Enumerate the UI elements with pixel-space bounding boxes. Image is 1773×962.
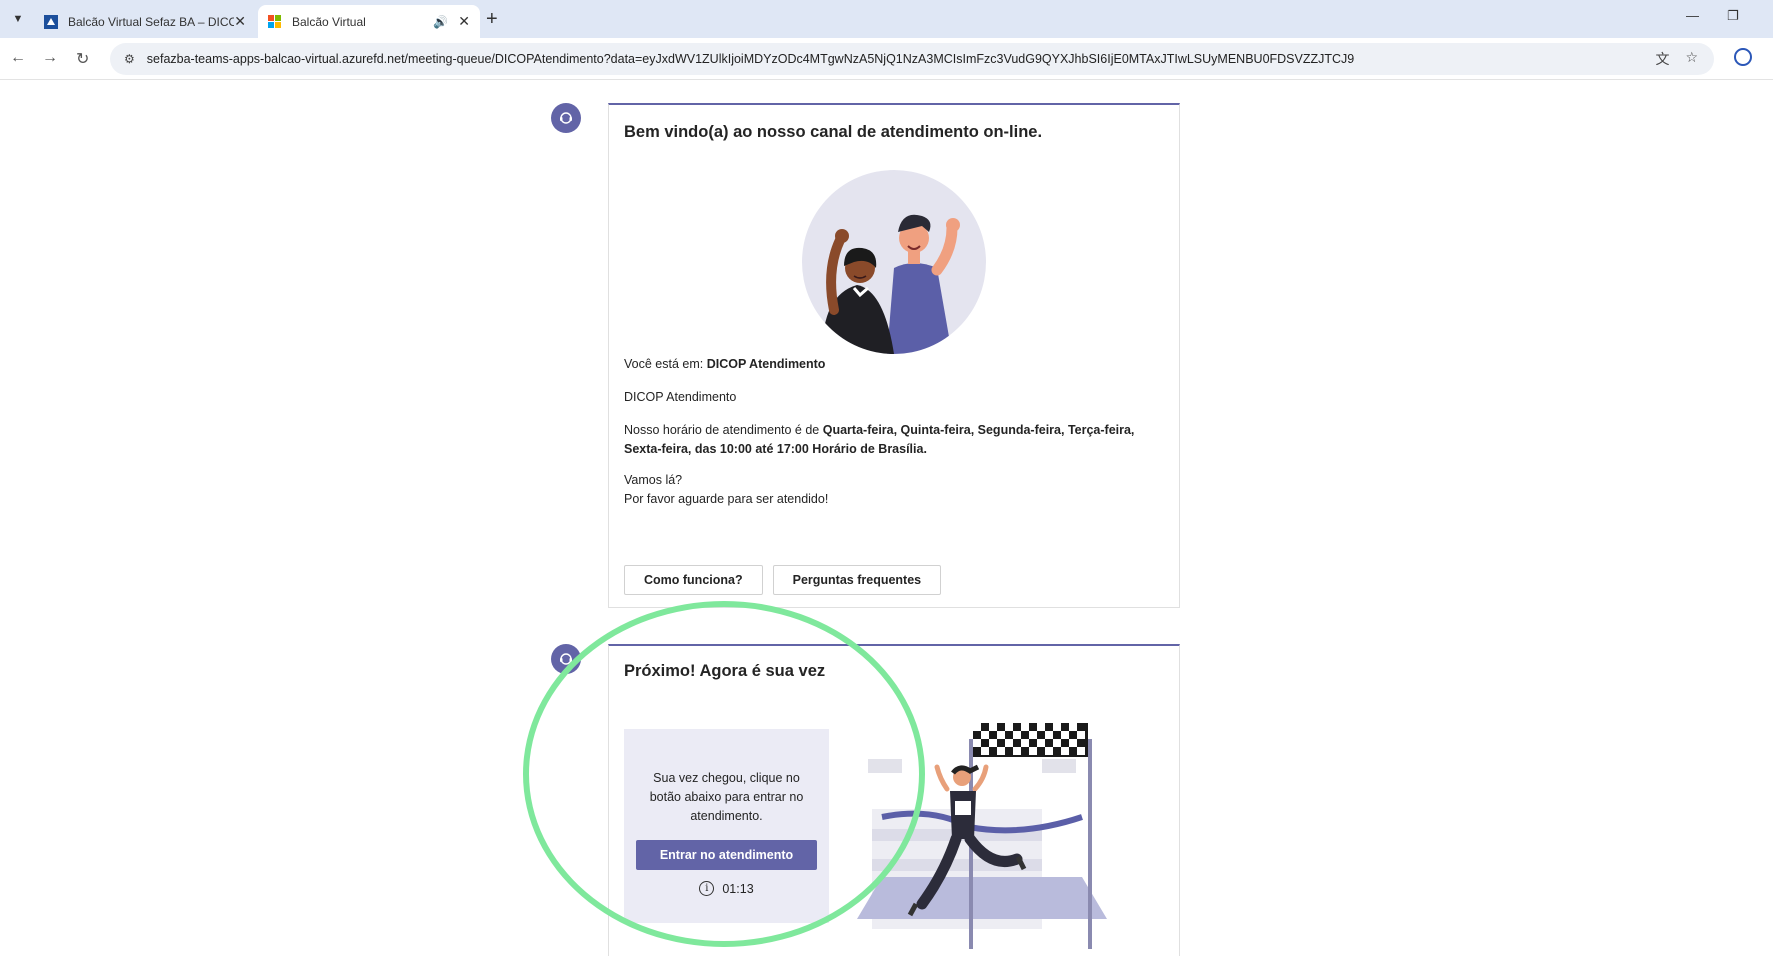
- tab-title: Balcão Virtual: [292, 14, 366, 29]
- hours-text: Nosso horário de atendimento é de Quarta…: [624, 421, 1164, 459]
- turn-message: Sua vez chegou, clique no botão abaixo p…: [649, 771, 804, 823]
- back-icon[interactable]: ←: [10, 49, 26, 67]
- hours-prefix: Nosso horário de atendimento é de: [624, 423, 823, 437]
- new-tab-button[interactable]: +: [486, 8, 498, 31]
- your-turn-card: Próximo! Agora é sua vez Sua vez chegou,…: [608, 644, 1180, 957]
- timer-value: 01:13: [722, 881, 754, 896]
- close-icon[interactable]: ✕: [234, 13, 246, 30]
- bot-avatar: [551, 103, 581, 133]
- queue-status-box: Sua vez chegou, clique no botão abaixo p…: [624, 729, 829, 923]
- tab-sefaz[interactable]: Balcão Virtual Sefaz BA – DICOP ✕: [34, 5, 256, 38]
- your-turn-title: Próximo! Agora é sua vez: [624, 662, 826, 680]
- welcome-title: Bem vindo(a) ao nosso canal de atendimen…: [624, 123, 1043, 141]
- location-line: Você está em: DICOP Atendimento: [624, 355, 1164, 374]
- location-name: DICOP Atendimento: [706, 357, 826, 371]
- tab-title: Balcão Virtual Sefaz BA – DICOP: [68, 14, 235, 29]
- headset-icon: [560, 112, 572, 124]
- browser-toolbar: ← → ↻ ⚙ sefazba-teams-apps-balcao-virtua…: [0, 38, 1773, 80]
- faq-button[interactable]: Perguntas frequentes: [772, 565, 942, 595]
- countdown-timer: i 01:13: [624, 881, 829, 896]
- address-bar[interactable]: ⚙ sefazba-teams-apps-balcao-virtual.azur…: [110, 43, 1714, 75]
- how-it-works-button[interactable]: Como funciona?: [624, 565, 763, 595]
- browser-tab-bar: ▼ Balcão Virtual Sefaz BA – DICOP ✕ Balc…: [0, 0, 1773, 38]
- minimize-icon[interactable]: —: [1686, 8, 1699, 23]
- sefaz-favicon-icon: [44, 14, 58, 29]
- help-buttons: Como funciona? Perguntas frequentes: [624, 565, 942, 595]
- profile-icon[interactable]: [1734, 48, 1752, 66]
- url-text[interactable]: sefazba-teams-apps-balcao-virtual.azuref…: [147, 52, 1656, 66]
- welcome-card: Bem vindo(a) ao nosso canal de atendimen…: [608, 103, 1180, 608]
- queue-name: DICOP Atendimento: [624, 390, 737, 404]
- enter-meeting-button[interactable]: Entrar no atendimento: [636, 840, 817, 870]
- welcome-illustration: [802, 170, 986, 354]
- microsoft-favicon-icon: [268, 14, 282, 29]
- tab-balcao-virtual[interactable]: Balcão Virtual 🔊 ✕: [258, 5, 480, 38]
- location-prefix: Você está em:: [624, 357, 707, 371]
- restore-icon[interactable]: ❐: [1727, 8, 1739, 24]
- tab-search-icon[interactable]: ▼: [8, 9, 28, 29]
- reload-icon[interactable]: ↻: [76, 49, 89, 69]
- lets-go-text: Vamos lá?: [624, 473, 683, 487]
- speaker-icon[interactable]: 🔊: [433, 15, 448, 29]
- translate-icon[interactable]: 文: [1655, 49, 1669, 69]
- bookmark-star-icon[interactable]: ☆: [1685, 49, 1698, 69]
- bot-avatar: [551, 644, 581, 674]
- forward-icon[interactable]: →: [42, 49, 58, 67]
- info-icon: i: [699, 881, 715, 896]
- site-settings-icon[interactable]: ⚙: [124, 52, 135, 66]
- headset-icon: [560, 653, 572, 665]
- close-icon[interactable]: ✕: [458, 13, 470, 30]
- wait-text: Por favor aguarde para ser atendido!: [624, 492, 829, 506]
- finish-line-illustration: [852, 709, 1128, 957]
